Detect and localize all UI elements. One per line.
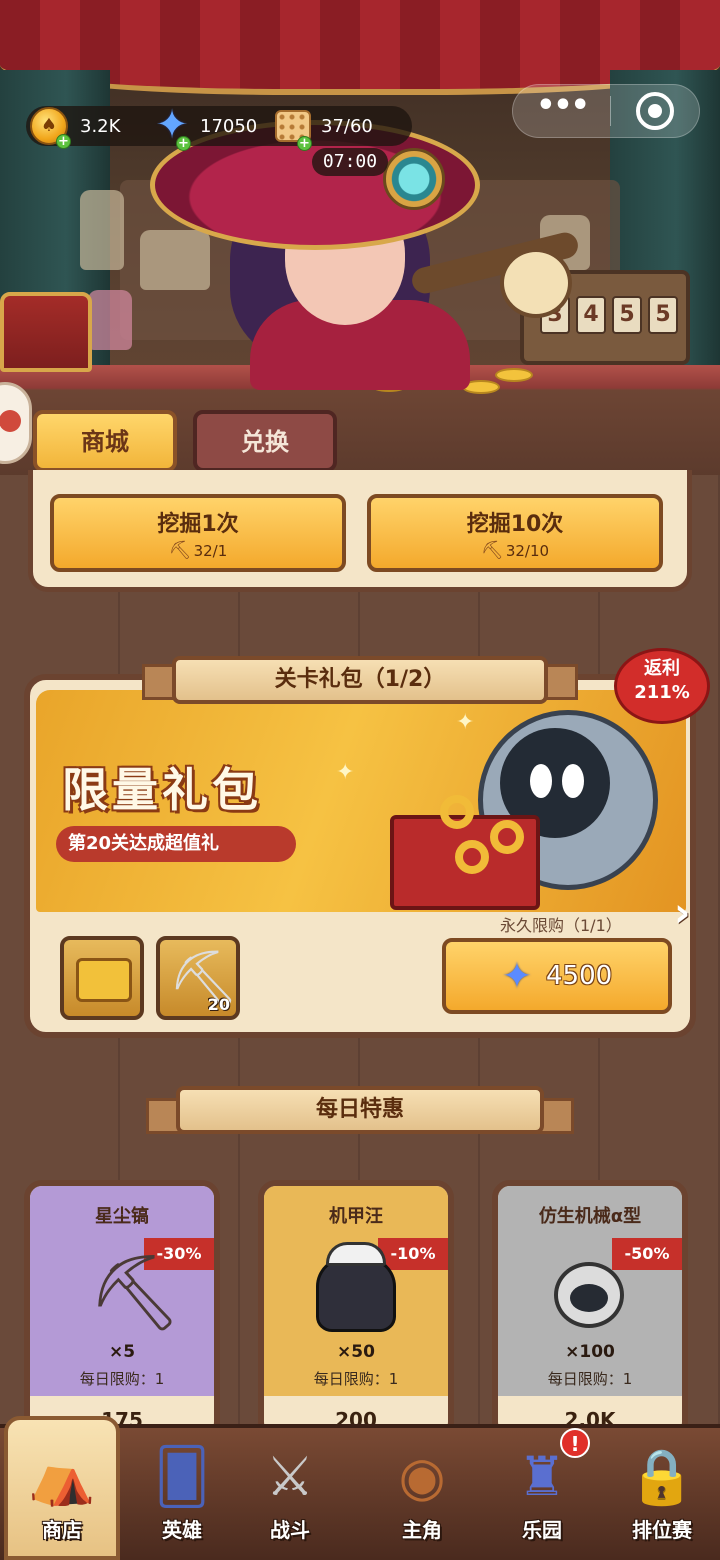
pickaxe-icon: ⛏ (88, 1250, 182, 1336)
nav-ranked[interactable]: 🔒 排位赛 (604, 1430, 720, 1558)
permanent-limit-text: 永久限购（1/1） (500, 916, 622, 935)
star-amount: 17050 (200, 115, 258, 137)
nav-park-label: 乐园 (522, 1518, 562, 1542)
rebate-label: 返利 (644, 658, 680, 679)
sparkle-icon: ✦ (336, 760, 355, 785)
dig-ten-button[interactable]: 挖掘10次 ⛏ 32/10 (367, 494, 663, 572)
pack-item-pickaxe[interactable]: ⛏ 20 (156, 936, 240, 1020)
rebate-value: 211% (634, 682, 690, 703)
gold-ring-decoration (440, 795, 474, 829)
gold-ring-decoration (490, 820, 524, 854)
tab-shop[interactable]: 商城 (33, 410, 177, 472)
lock-icon: 🔒 (628, 1445, 696, 1508)
chevron-right-icon[interactable]: › (674, 890, 690, 936)
deal-quantity: ×50 (337, 1342, 375, 1362)
pipe-bowl-decoration (500, 248, 572, 318)
coin-pile (495, 368, 533, 382)
star-counter[interactable]: ✦ + 17050 (152, 105, 258, 151)
robot-icon (554, 1262, 624, 1328)
shop-tent-icon: ⛺ (28, 1445, 96, 1508)
nav-hero[interactable]: 🂠 英雄 (124, 1430, 240, 1558)
nav-protagonist-label: 主角 (402, 1518, 442, 1542)
discount-badge: -50% (612, 1238, 682, 1270)
capsule-divider (610, 96, 611, 126)
stamina-counter[interactable]: + 37/60 (275, 106, 373, 151)
rebate-badge: 返利 211% (614, 648, 710, 724)
nav-ranked-label: 排位赛 (632, 1518, 692, 1542)
dig-once-label: 挖掘1次 (157, 512, 239, 537)
deal-limit: 每日限购：1 (313, 1370, 399, 1388)
deal-name: 仿生机械α型 (538, 1206, 642, 1227)
target-icon[interactable] (636, 92, 674, 130)
dig-ten-cost: ⛏ 32/10 (371, 540, 659, 561)
buy-pack-button[interactable]: ✦ 4500 (442, 938, 672, 1014)
nav-battle[interactable]: ⚔ 战斗 (232, 1430, 348, 1558)
dig-once-cost-text: 32/1 (193, 541, 228, 560)
alert-badge: ! (560, 1428, 590, 1458)
dig-ten-label: 挖掘10次 (466, 512, 564, 537)
deal-card-bionic-machine[interactable]: 仿生机械α型 -50% ×100 每日限购：1 2.0K (492, 1180, 688, 1440)
deal-limit: 每日限购：1 (547, 1370, 633, 1388)
tab-exchange[interactable]: 兑换 (193, 410, 337, 472)
sparkle-icon: ✦ (456, 710, 475, 735)
dig-once-cost: ⛏ 32/1 (54, 540, 342, 561)
slot-digit: 5 (648, 296, 678, 334)
side-notification-bubble[interactable] (0, 382, 32, 464)
discount-badge: -10% (378, 1238, 448, 1270)
nav-hero-label: 英雄 (162, 1518, 202, 1542)
nav-shop[interactable]: ⛺ 商店 (4, 1430, 120, 1558)
add-stars-icon[interactable]: + (176, 136, 191, 151)
shop-scene-illustration: 3 4 5 5 (0, 0, 720, 480)
robot-visor (570, 1284, 608, 1312)
mecha-dog-icon (316, 1256, 396, 1332)
deal-name: 机甲汪 (329, 1206, 383, 1227)
robot-eye (530, 764, 552, 798)
candy-jar (88, 290, 132, 350)
dig-once-button[interactable]: 挖掘1次 ⛏ 32/1 (50, 494, 346, 572)
nav-shop-label: 商店 (42, 1518, 82, 1542)
deal-card-mecha-dog[interactable]: 机甲汪 -10% ×50 每日限购：1 200 (258, 1180, 454, 1440)
pickaxe-count: 20 (207, 995, 230, 1014)
gold-ring-decoration (455, 840, 489, 874)
deal-name: 星尘镐 (95, 1206, 149, 1227)
slot-digit: 5 (612, 296, 642, 334)
monocle-icon (383, 148, 445, 210)
limited-pack-subtitle: 第20关达成超值礼 (56, 826, 296, 862)
deal-quantity: ×5 (108, 1342, 136, 1362)
stamina-timer: 07:00 (312, 148, 388, 176)
stamina-amount: 37/60 (321, 115, 373, 137)
owl-icon: ◉ (398, 1445, 446, 1508)
hero-cards-icon: 🂠 (154, 1445, 210, 1508)
nav-battle-label: 战斗 (270, 1518, 310, 1542)
deal-card-stardust-pick[interactable]: 星尘镐 -30% ⛏ ×5 每日限购：1 175 (24, 1180, 220, 1440)
pack-item-chest[interactable] (60, 936, 144, 1020)
pickaxe-icon: ⛏ (168, 540, 192, 561)
add-coins-icon[interactable]: + (56, 134, 71, 149)
deal-quantity: ×100 (565, 1342, 615, 1362)
level-pack-ribbon: 关卡礼包（1/2） (172, 656, 548, 704)
add-stamina-icon[interactable]: + (297, 136, 312, 151)
deal-limit: 每日限购：1 (79, 1370, 165, 1388)
nav-protagonist[interactable]: ◉ 主角 (364, 1430, 480, 1558)
star-gem-icon: ✦ (501, 955, 532, 997)
jar-decoration (140, 230, 210, 290)
coin-amount: 3.2K (80, 115, 121, 137)
buy-pack-price: 4500 (546, 961, 613, 991)
daily-deals-ribbon: 每日特惠 (176, 1086, 544, 1134)
coin-counter[interactable]: ♠ + 3.2K (30, 106, 121, 149)
battle-icon: ⚔ (265, 1445, 315, 1508)
slot-digit: 4 (576, 296, 606, 334)
robot-eye (562, 764, 584, 798)
pickaxe-icon: ⛏ (480, 540, 504, 561)
jar-decoration (80, 190, 124, 270)
limited-pack-title: 限量礼包 (62, 763, 262, 817)
red-chest-decoration (0, 292, 92, 372)
treasure-chest-icon (76, 958, 132, 1002)
dig-ten-cost-text: 32/10 (505, 541, 550, 560)
more-dots-icon[interactable]: ••• (522, 84, 602, 138)
cowboy-hat-icon (326, 1242, 386, 1266)
